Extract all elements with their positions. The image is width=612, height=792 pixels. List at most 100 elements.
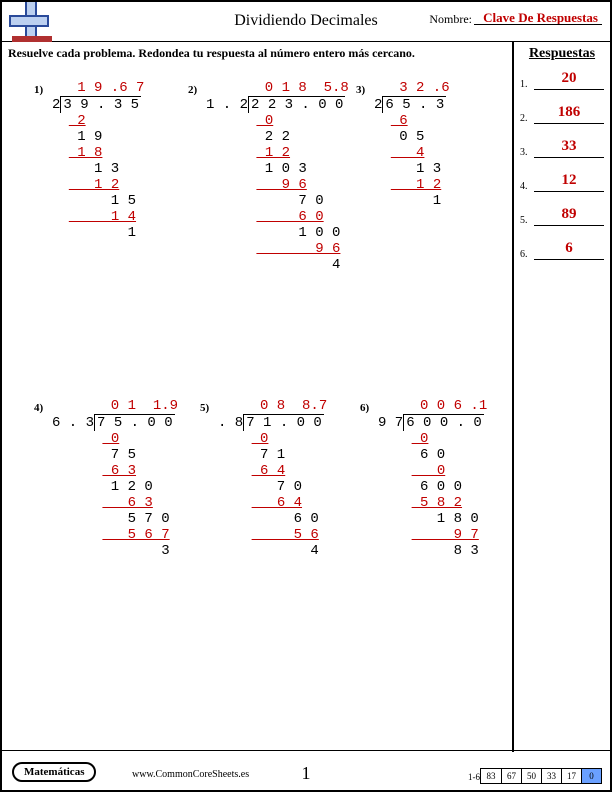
name-label: Nombre: xyxy=(429,12,472,27)
work-step: 2 2 xyxy=(206,129,349,145)
grade-scale: 83675033170 xyxy=(480,768,602,784)
work-step: 5 8 2 xyxy=(378,495,487,511)
answer-row: 5.89 xyxy=(520,206,604,226)
answer-number: 2. xyxy=(520,113,534,124)
answer-number: 1. xyxy=(520,79,534,90)
work-step: 1 8 xyxy=(52,145,144,161)
quotient: 3 2 .6 xyxy=(374,80,450,96)
problem-number: 5) xyxy=(200,400,209,416)
work-step: 9 6 xyxy=(206,241,349,257)
divisor: . 8 xyxy=(218,415,243,431)
work-step: 7 0 xyxy=(206,193,349,209)
answers-header: Respuestas xyxy=(520,46,604,62)
answer-row: 4.12 xyxy=(520,172,604,192)
divisor: 9 7 xyxy=(378,415,403,431)
body: Resuelve cada problema. Redondea tu resp… xyxy=(2,42,610,752)
division-setup: 26 5 . 3 xyxy=(374,96,450,113)
scale-cell: 17 xyxy=(561,769,581,783)
scale-cell: 67 xyxy=(501,769,521,783)
work-step: 4 xyxy=(206,257,349,273)
work-step: 6 4 xyxy=(218,495,327,511)
work-step: 5 7 0 xyxy=(52,511,178,527)
division-setup: 6 . 37 5 . 0 0 xyxy=(52,414,178,431)
work-step: 1 3 xyxy=(52,161,144,177)
answer-value: 89 xyxy=(534,206,604,226)
work-step: 1 8 0 xyxy=(378,511,487,527)
work-step: 8 3 xyxy=(378,543,487,559)
work-step: 1 xyxy=(52,225,144,241)
answer-number: 5. xyxy=(520,215,534,226)
work-step: 0 5 xyxy=(374,129,450,145)
dividend: 2 2 3 . 0 0 xyxy=(248,96,345,113)
work-step: 1 3 xyxy=(374,161,450,177)
scale-cell: 0 xyxy=(581,769,601,783)
scale-cell: 50 xyxy=(521,769,541,783)
dividend: 7 5 . 0 0 xyxy=(94,414,175,431)
work-step: 6 0 xyxy=(378,447,487,463)
work-step: 1 2 xyxy=(374,177,450,193)
work-step: 4 xyxy=(218,543,327,559)
problem-4: 4) 0 1 1.96 . 37 5 . 0 0 0 7 5 6 3 1 2 0… xyxy=(52,398,178,559)
worksheet-page: Dividiendo Decimales Nombre: Clave De Re… xyxy=(0,0,612,792)
answer-value: 20 xyxy=(534,70,604,90)
problem-5: 5) 0 8 8.7. 87 1 . 0 0 0 7 1 6 4 7 0 6 4… xyxy=(218,398,327,559)
dividend: 3 9 . 3 5 xyxy=(60,96,141,113)
work-step: 6 0 0 xyxy=(378,479,487,495)
work-step: 6 0 xyxy=(218,511,327,527)
work-step: 1 4 xyxy=(52,209,144,225)
division-setup: . 87 1 . 0 0 xyxy=(218,414,327,431)
answers-column: Respuestas 1.20 2.186 3.33 4.12 5.89 6.6 xyxy=(512,42,610,752)
answer-value: 186 xyxy=(534,104,604,124)
work-step: 7 1 xyxy=(218,447,327,463)
work-step: 1 9 xyxy=(52,129,144,145)
work-step: 1 2 xyxy=(52,177,144,193)
work-step: 0 xyxy=(218,431,327,447)
work-step: 1 xyxy=(374,193,450,209)
problem-3: 3) 3 2 .626 5 . 3 6 0 5 4 1 3 1 2 1 xyxy=(374,80,450,209)
division-setup: 23 9 . 3 5 xyxy=(52,96,144,113)
quotient: 0 8 8.7 xyxy=(218,398,327,414)
dividend: 7 1 . 0 0 xyxy=(243,414,324,431)
answer-value: 6 xyxy=(534,240,604,260)
work-step: 0 xyxy=(52,431,178,447)
answer-row: 2.186 xyxy=(520,104,604,124)
work-step: 7 5 xyxy=(52,447,178,463)
header: Dividiendo Decimales Nombre: Clave De Re… xyxy=(2,2,610,42)
work-step: 1 5 xyxy=(52,193,144,209)
divisor: 1 . 2 xyxy=(206,97,248,113)
answer-value: 12 xyxy=(534,172,604,192)
work-step: 6 3 xyxy=(52,495,178,511)
problem-number: 3) xyxy=(356,82,365,98)
scale-cell: 83 xyxy=(481,769,501,783)
problem-2: 2) 0 1 8 5.81 . 22 2 3 . 0 0 0 2 2 1 2 1… xyxy=(206,80,349,273)
work-step: 0 xyxy=(378,463,487,479)
division-setup: 9 76 0 0 . 0 xyxy=(378,414,487,431)
problems-area: Resuelve cada problema. Redondea tu resp… xyxy=(2,42,512,752)
problem-number: 6) xyxy=(360,400,369,416)
problem-number: 2) xyxy=(188,82,197,98)
work-step: 1 0 0 xyxy=(206,225,349,241)
work-step: 4 xyxy=(374,145,450,161)
answer-number: 4. xyxy=(520,181,534,192)
answer-number: 6. xyxy=(520,249,534,260)
work-step: 6 xyxy=(374,113,450,129)
quotient: 1 9 .6 7 xyxy=(52,80,144,96)
scale-cell: 33 xyxy=(541,769,561,783)
work-step: 9 6 xyxy=(206,177,349,193)
quotient: 0 0 6 .1 xyxy=(378,398,487,414)
answer-row: 6.6 xyxy=(520,240,604,260)
work-step: 0 xyxy=(206,113,349,129)
work-step: 0 xyxy=(378,431,487,447)
dividend: 6 5 . 3 xyxy=(382,96,446,113)
name-underline xyxy=(474,24,602,25)
footer: Matemáticas www.CommonCoreSheets.es 1 1-… xyxy=(2,750,610,790)
division-setup: 1 . 22 2 3 . 0 0 xyxy=(206,96,349,113)
answer-row: 1.20 xyxy=(520,70,604,90)
quotient: 0 1 1.9 xyxy=(52,398,178,414)
answer-row: 3.33 xyxy=(520,138,604,158)
work-step: 1 2 0 xyxy=(52,479,178,495)
work-step: 3 xyxy=(52,543,178,559)
problem-number: 1) xyxy=(34,82,43,98)
work-step: 6 3 xyxy=(52,463,178,479)
work-step: 1 0 3 xyxy=(206,161,349,177)
